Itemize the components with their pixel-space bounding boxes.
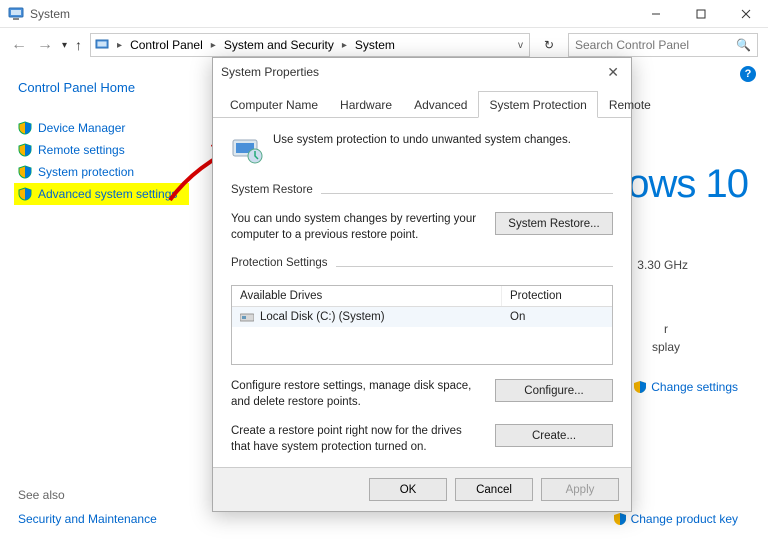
partial-text: r [664,322,668,336]
up-button[interactable]: ↑ [75,37,82,53]
computer-icon [95,37,111,53]
security-maintenance-link[interactable]: Security and Maintenance [18,512,157,526]
shield-icon [18,187,32,201]
shield-icon [18,165,32,179]
tab-hardware[interactable]: Hardware [329,91,403,118]
dialog-close-button[interactable]: ✕ [603,64,623,81]
col-available-drives: Available Drives [232,286,502,306]
create-button[interactable]: Create... [495,424,613,447]
maximize-button[interactable] [678,0,723,28]
address-bar[interactable]: ▸ Control Panel ▸ System and Security ▸ … [90,33,530,57]
sidebar-item-system-protection[interactable]: System protection [18,161,200,183]
tab-advanced[interactable]: Advanced [403,91,478,118]
address-dropdown-icon[interactable]: v [518,40,523,51]
configure-button[interactable]: Configure... [495,379,613,402]
drive-protection: On [502,307,612,327]
partial-text: splay [652,340,680,354]
change-product-key-link[interactable]: Change product key [613,512,738,526]
sidebar-item-advanced-settings[interactable]: Advanced system settings [14,183,189,205]
cancel-button[interactable]: Cancel [455,478,533,501]
shield-icon [18,121,32,135]
control-panel-home-link[interactable]: Control Panel Home [18,80,200,95]
intro-text: Use system protection to undo unwanted s… [273,134,571,146]
dialog-title: System Properties [221,65,319,79]
create-description: Create a restore point right now for the… [231,424,483,455]
sidebar-item-remote-settings[interactable]: Remote settings [18,139,200,161]
crumb-sep-icon: ▸ [115,40,124,51]
dialog-tabs: Computer Name Hardware Advanced System P… [213,90,631,118]
sidebar-item-device-manager[interactable]: Device Manager [18,117,200,139]
sidebar-item-label: System protection [38,165,134,179]
crumb-sep-icon: ▸ [209,40,218,51]
shield-icon [613,512,627,526]
shield-icon [633,380,647,394]
system-restore-button[interactable]: System Restore... [495,212,613,235]
minimize-button[interactable] [633,0,678,28]
help-icon[interactable]: ? [740,66,756,82]
back-button[interactable]: ← [10,36,28,54]
left-sidebar: Control Panel Home Device Manager Remote… [0,62,200,542]
system-protection-icon [231,134,263,166]
crumb-system[interactable]: System [353,38,397,52]
tab-system-protection[interactable]: System Protection [478,91,597,118]
sidebar-item-label: Device Manager [38,121,125,135]
divider [336,266,613,267]
crumb-control-panel[interactable]: Control Panel [128,38,205,52]
dialog-footer: OK Cancel Apply [213,467,631,511]
window-title: System [30,7,633,21]
crumb-system-security[interactable]: System and Security [222,38,336,52]
change-settings-link[interactable]: Change settings [633,380,738,394]
close-button[interactable] [723,0,768,28]
apply-button[interactable]: Apply [541,478,619,501]
drives-list[interactable]: Available Drives Protection Local Disk (… [231,285,613,365]
refresh-button[interactable]: ↻ [538,38,560,52]
tab-computer-name[interactable]: Computer Name [219,91,329,118]
processor-speed: 3.30 GHz [637,258,688,272]
group-system-restore: System Restore [231,184,313,196]
dialog-titlebar: System Properties ✕ [213,58,631,86]
system-icon [8,6,24,22]
divider [321,193,613,194]
tab-remote[interactable]: Remote [598,91,662,118]
system-properties-dialog: System Properties ✕ Computer Name Hardwa… [212,57,632,512]
see-also-label: See also [18,488,65,502]
shield-icon [18,143,32,157]
configure-description: Configure restore settings, manage disk … [231,379,483,410]
sidebar-item-label: Remote settings [38,143,125,157]
group-protection-settings: Protection Settings [231,257,328,269]
window-titlebar: System [0,0,768,28]
drive-name: Local Disk (C:) (System) [260,311,385,323]
search-input[interactable]: Search Control Panel 🔍 [568,33,758,57]
search-icon: 🔍 [736,38,751,52]
sidebar-item-label: Advanced system settings [38,187,177,201]
forward-button[interactable]: → [36,36,54,54]
history-dropdown[interactable]: ▾ [62,40,67,51]
col-protection: Protection [502,286,612,306]
ok-button[interactable]: OK [369,478,447,501]
crumb-sep-icon: ▸ [340,40,349,51]
search-placeholder: Search Control Panel [575,38,689,52]
restore-description: You can undo system changes by reverting… [231,212,483,243]
drive-row[interactable]: Local Disk (C:) (System) On [232,307,612,327]
drive-icon [240,312,254,323]
